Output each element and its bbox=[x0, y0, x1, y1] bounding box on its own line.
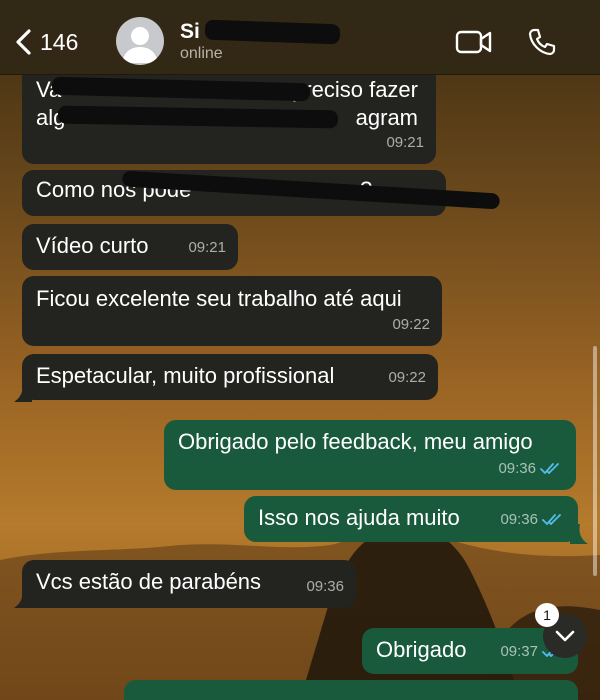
message-time: 09:21 bbox=[386, 134, 424, 151]
message-time: 09:21 bbox=[188, 239, 226, 256]
scrollbar[interactable] bbox=[593, 346, 597, 576]
contact-status: online bbox=[180, 45, 223, 62]
bubble-tail bbox=[570, 524, 588, 544]
message-bubble-incoming[interactable]: Vcs estão de parabéns 09:36 bbox=[22, 560, 356, 608]
chevron-down-icon bbox=[555, 630, 575, 642]
person-icon bbox=[122, 27, 158, 63]
read-receipt-icon bbox=[540, 463, 559, 474]
message-text-end: agram bbox=[355, 105, 418, 130]
message-list[interactable]: Va preciso fazer alg agram 09:21 Como no… bbox=[0, 74, 600, 700]
contact-name[interactable]: Si bbox=[180, 20, 200, 44]
contact-avatar[interactable] bbox=[116, 17, 164, 65]
message-text: Ficou excelente seu trabalho até aqui bbox=[36, 286, 402, 311]
message-text: Isso nos ajuda muito bbox=[258, 505, 460, 530]
chevron-left-icon bbox=[16, 29, 31, 55]
message-time: 09:36 bbox=[500, 506, 566, 534]
redaction-mark bbox=[51, 76, 311, 102]
message-bubble-incoming[interactable]: Vídeo curto 09:21 bbox=[22, 224, 238, 270]
back-button[interactable]: 146 bbox=[14, 26, 94, 58]
message-bubble-outgoing[interactable] bbox=[124, 680, 578, 700]
message-time: 09:22 bbox=[388, 369, 426, 386]
phone-icon bbox=[528, 28, 556, 56]
unread-chats-count: 146 bbox=[40, 28, 79, 55]
redaction-mark bbox=[204, 19, 341, 45]
message-text: Espetacular, muito profissional bbox=[36, 363, 335, 388]
message-bubble-outgoing[interactable]: Obrigado pelo feedback, meu amigo 09:36 bbox=[164, 420, 576, 490]
message-bubble-outgoing[interactable]: Isso nos ajuda muito 09:36 bbox=[244, 496, 578, 542]
message-text: Obrigado pelo feedback, meu amigo bbox=[178, 429, 533, 454]
message-bubble-incoming[interactable]: Ficou excelente seu trabalho até aqui 09… bbox=[22, 276, 442, 346]
video-call-button[interactable] bbox=[454, 24, 494, 60]
message-text-end: preciso fazer bbox=[292, 77, 418, 102]
message-text: Vcs estão de parabéns bbox=[36, 569, 262, 594]
message-time: 09:22 bbox=[392, 316, 430, 333]
chat-header: 146 Si online bbox=[0, 0, 600, 75]
message-time: 09:36 bbox=[498, 455, 564, 483]
read-receipt-icon bbox=[542, 514, 561, 525]
message-bubble-incoming[interactable]: Va preciso fazer alg agram 09:21 bbox=[22, 74, 436, 164]
redaction-mark bbox=[57, 105, 339, 129]
message-bubble-incoming[interactable]: Como nos pode ? bbox=[22, 170, 501, 216]
message-bubble-incoming[interactable]: Espetacular, muito profissional 09:22 bbox=[22, 354, 438, 400]
message-text: Vídeo curto bbox=[36, 233, 149, 258]
unread-badge: 1 bbox=[535, 603, 559, 627]
voice-call-button[interactable] bbox=[522, 24, 562, 60]
video-camera-icon bbox=[455, 30, 492, 54]
message-time: 09:36 bbox=[306, 578, 344, 595]
message-text: Obrigado bbox=[376, 637, 467, 662]
